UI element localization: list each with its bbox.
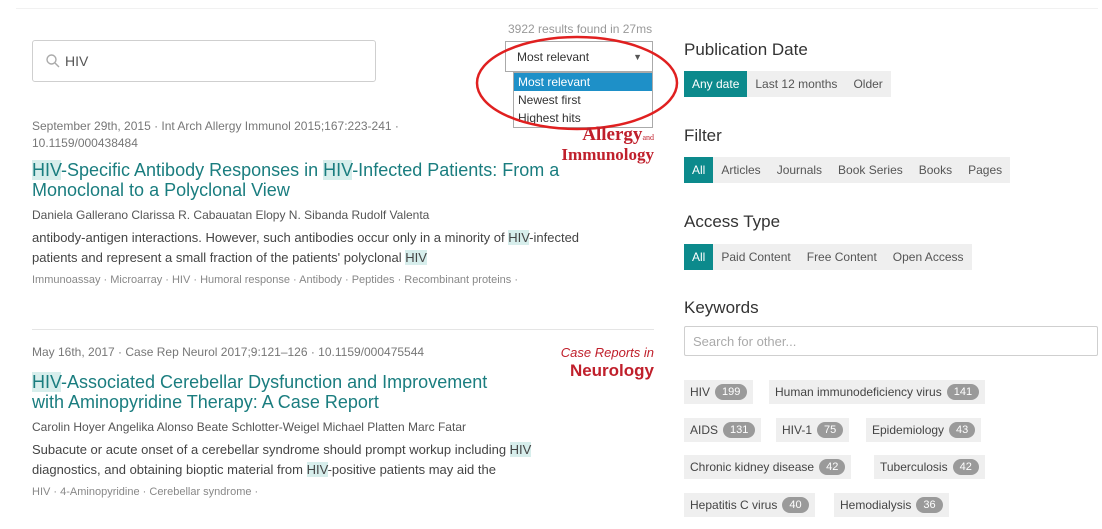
keyword-count-badge: 43 <box>949 422 976 438</box>
keyword-tag-hiv[interactable]: HIV 199 <box>684 380 754 404</box>
keyword-count-badge: 141 <box>946 384 980 400</box>
sort-option-most-relevant[interactable]: Most relevant <box>514 73 652 91</box>
filter-articles-button[interactable]: Articles <box>713 157 769 183</box>
chevron-down-icon: ▼ <box>633 52 642 62</box>
keyword-tag-hiv-1[interactable]: HIV-1 75 <box>776 418 850 442</box>
date-last-12-months-button[interactable]: Last 12 months <box>747 71 846 97</box>
date-older-button[interactable]: Older <box>845 71 891 97</box>
result-authors: Daniela Gallerano Clarissa R. Cabauatan … <box>32 208 430 222</box>
keyword-tag-tuberculosis[interactable]: Tuberculosis 42 <box>874 455 985 479</box>
keyword-count-badge: 199 <box>715 384 748 400</box>
filter-pages-button[interactable]: Pages <box>960 157 1011 183</box>
keyword-count-badge: 42 <box>952 459 979 475</box>
search-value: HIV <box>65 53 89 69</box>
keyword-tag-epidemiology[interactable]: Epidemiology 43 <box>866 418 982 442</box>
keyword-search-input[interactable]: Search for other... <box>684 326 1098 356</box>
keyword-count-badge: 40 <box>782 497 809 513</box>
search-icon <box>46 54 60 68</box>
access-paid-content-button[interactable]: Paid Content <box>713 244 799 270</box>
access-all-button[interactable]: All <box>684 244 714 270</box>
result-title-line: Monoclonal to a Polyclonal View <box>32 180 290 200</box>
filter-heading: Filter <box>684 126 722 145</box>
result-snippet: Subacute or acute onset of a cerebellar … <box>32 442 532 477</box>
result-keywords: Immunoassay · Microarray · HIV · Humoral… <box>32 274 519 286</box>
sort-select[interactable]: Most relevant ▼ <box>505 41 653 72</box>
keyword-tag-hemodialysis[interactable]: Hemodialysis 36 <box>834 493 949 517</box>
top-border <box>16 8 1098 9</box>
result-snippet: antibody-antigen interactions. However, … <box>32 230 580 265</box>
access-free-content-button[interactable]: Free Content <box>798 244 885 270</box>
access-type-heading: Access Type <box>684 212 781 231</box>
publication-date-heading: Publication Date <box>684 40 808 59</box>
publication-date-buttons: Any date Last 12 months Older <box>684 71 891 97</box>
journal-logo-allergy-immunology: Allergyand Immunology <box>561 124 654 164</box>
results-count: 3922 results found in 27ms <box>508 22 653 36</box>
keyword-tag-aids[interactable]: AIDS 131 <box>684 418 762 442</box>
filter-books-button[interactable]: Books <box>910 157 961 183</box>
filter-journals-button[interactable]: Journals <box>768 157 831 183</box>
keyword-tag-hepatitis-c-virus[interactable]: Hepatitis C virus 40 <box>684 493 815 517</box>
journal-logo-case-reports-neurology: Case Reports in Neurology <box>560 345 654 380</box>
date-any-button[interactable]: Any date <box>684 71 748 97</box>
access-open-access-button[interactable]: Open Access <box>884 244 972 270</box>
keyword-tag-human-immunodeficiency-virus[interactable]: Human immunodeficiency virus 141 <box>769 380 986 404</box>
result-authors: Carolin Hoyer Angelika Alonso Beate Schl… <box>32 420 466 434</box>
result-title-link[interactable]: HIV-Specific Antibody Responses in HIV-I… <box>32 160 654 200</box>
sort-selected-value: Most relevant <box>517 50 590 64</box>
result-divider <box>32 329 654 330</box>
keyword-tag-chronic-kidney-disease[interactable]: Chronic kidney disease 42 <box>684 455 852 479</box>
keyword-count-badge: 131 <box>723 422 756 438</box>
filter-book-series-button[interactable]: Book Series <box>830 157 911 183</box>
sort-option-newest-first[interactable]: Newest first <box>514 91 652 109</box>
result-keywords: HIV · 4-Aminopyridine · Cerebellar syndr… <box>32 486 259 498</box>
keyword-count-badge: 36 <box>916 497 943 513</box>
search-input[interactable]: HIV <box>32 40 376 82</box>
filter-all-button[interactable]: All <box>684 157 714 183</box>
filter-buttons: All Articles Journals Book Series Books … <box>684 157 1011 183</box>
access-type-buttons: All Paid Content Free Content Open Acces… <box>684 244 972 270</box>
keywords-heading: Keywords <box>684 298 759 317</box>
keyword-count-badge: 75 <box>817 422 844 438</box>
result-title-line: with Aminopyridine Therapy: A Case Repor… <box>32 392 379 412</box>
keyword-count-badge: 42 <box>819 459 846 475</box>
